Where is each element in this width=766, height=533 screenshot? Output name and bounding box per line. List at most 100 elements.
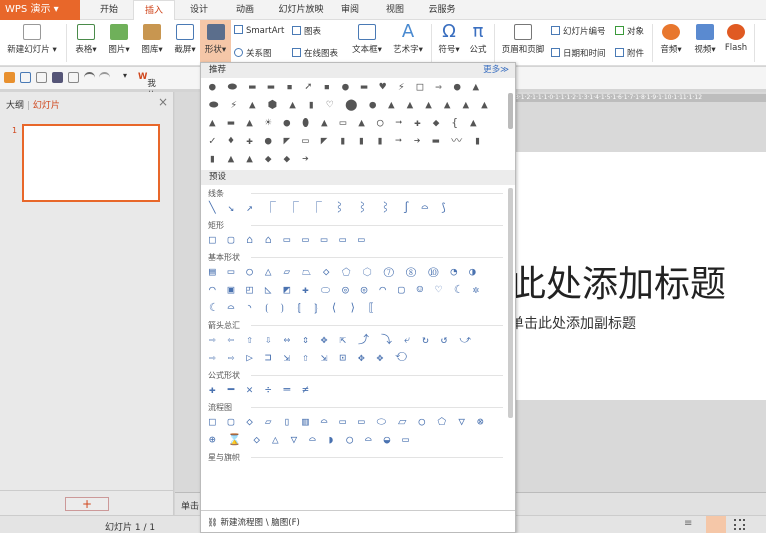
picture-button[interactable]: 图片▾ [103, 22, 135, 55]
preview-icon[interactable] [68, 72, 79, 83]
notes-toggle-icon[interactable]: ≡ [684, 518, 692, 529]
pi-icon: π [472, 21, 484, 42]
wps-logo-icon: W [138, 72, 148, 82]
tab-slides[interactable]: 幻灯片 [33, 101, 60, 111]
more-link[interactable]: 更多≫ [483, 63, 509, 78]
omega-icon: Ω [442, 21, 456, 42]
datetime-button[interactable]: 日期和时间 [551, 47, 606, 59]
section-label-arrows: 箭头总汇 [201, 317, 515, 331]
gallery-button[interactable]: 图库▾ [136, 22, 168, 55]
presets-scrollbar[interactable] [508, 188, 513, 418]
section-label-equation: 公式形状 [201, 367, 515, 381]
title-bar: WPS 演示 ▾ 开始 插入 设计 动画 幻灯片放映 审阅 视图 云服务 [0, 0, 766, 20]
formula-button[interactable]: π 公式 [466, 21, 490, 56]
video-button[interactable]: 视频▾ [689, 22, 721, 55]
video-icon [696, 24, 714, 40]
object-icon [615, 26, 624, 35]
header-footer-button[interactable]: 页眉和页脚 [499, 22, 547, 55]
export-icon[interactable] [36, 72, 47, 83]
open-icon[interactable] [4, 72, 15, 83]
section-label-stars-banners: 星与旗帜 [201, 449, 515, 463]
section-label-lines: 线条 [201, 185, 515, 199]
wps-menu-button[interactable]: WPS 演示 ▾ [0, 0, 80, 20]
my-wps-button[interactable]: W 我的WPS [138, 72, 166, 111]
tab-view[interactable]: 视图 [377, 0, 413, 20]
screenshot-icon [176, 24, 194, 40]
print-icon[interactable] [52, 72, 63, 83]
arrows-shapes-grid[interactable]: ⇨⇦⇧⇩⇔⇕✥⇱⤴⤵⤶↻↺⤻⇨⇨▷⊐⇲⇧⇲⊡✥✥⟲ [201, 331, 501, 367]
textbox-button[interactable]: 文本框▾ [349, 22, 385, 55]
sorter-view-icon[interactable] [734, 519, 745, 530]
shape-button[interactable]: 形状▾ [200, 20, 231, 66]
undo-icon[interactable] [84, 72, 95, 83]
panel-tabs: 大纲 | 幻灯片 [6, 101, 60, 111]
calendar-icon [551, 48, 560, 57]
slide-count: 幻灯片 1 / 1 [105, 523, 156, 533]
table-icon [77, 24, 95, 40]
notes-placeholder[interactable]: 单击 [181, 499, 199, 512]
screenshot-button[interactable]: 截屏▾ [169, 22, 201, 55]
tab-animation[interactable]: 动画 [224, 0, 266, 20]
rectangles-shapes-grid[interactable]: □▢⌂⌂▭▭▭▭▭ [201, 231, 501, 249]
flowchart-shapes-grid[interactable]: □▢◇▱▯▥⌓▭▭⬭⏥○⬠▽⊗⊕⌛◇△▽⌓◗◯⌓◒▭ [201, 413, 501, 449]
slide-number-button[interactable]: 幻灯片编号 [551, 25, 606, 37]
tab-outline[interactable]: 大纲 [6, 101, 24, 111]
equation-shapes-grid[interactable]: ✚━✕÷═≠ [201, 381, 501, 399]
header-footer-icon [514, 24, 532, 40]
basic-shapes-grid[interactable]: ▤▭○△▱⏢◇⬠⬡⑦⑧⑩◔◑◠▣◰◺◩✚⬭◎◎◠▢☺♡☾✲☾⌓◝⟮⟯⦃⦄⟨⟩⟦ [201, 263, 501, 317]
wordart-icon: A [401, 21, 415, 42]
normal-view-icon[interactable] [706, 516, 726, 533]
recommended-shapes-grid[interactable]: ●⬬▬▬▪➚▪●▬♥⚡□⇒●▲⬬⚡▲⬢▲▮♡⬤●▲▲▲▲▲▲▲▬▲☀●⬮▲▭▲○… [201, 78, 501, 168]
slide-title-placeholder[interactable]: 此处添加标题 [510, 255, 726, 307]
tab-review[interactable]: 审阅 [332, 0, 368, 20]
new-slide-button[interactable]: 新建幻灯片 ▾ [4, 22, 60, 55]
close-panel-icon[interactable]: × [158, 95, 168, 109]
section-label-rectangles: 矩形 [201, 217, 515, 231]
tab-design[interactable]: 设计 [178, 0, 220, 20]
smartart-button[interactable]: SmartArt [234, 25, 284, 36]
recommended-header: 推荐 更多≫ [201, 63, 515, 78]
wordart-button[interactable]: A 艺术字▾ [388, 21, 428, 56]
speaker-icon [662, 24, 680, 40]
new-slide-icon [23, 24, 41, 40]
ribbon: 新建幻灯片 ▾ 表格▾ 图片▾ 图库▾ 截屏▾ 形状▾ SmartArt 图表 … [0, 20, 766, 66]
audio-button[interactable]: 音频▾ [655, 22, 687, 55]
tab-insert[interactable]: 插入 [133, 0, 175, 20]
attachment-button[interactable]: 附件 [615, 47, 644, 59]
section-label-basic-shapes: 基本形状 [201, 249, 515, 263]
symbol-button[interactable]: Ω 符号▾ [433, 21, 465, 56]
relation-button[interactable]: 关系图 [234, 47, 272, 59]
slide-subtitle-placeholder[interactable]: 单击此处添加副标题 [510, 313, 636, 333]
textbox-icon [358, 24, 376, 40]
tab-start[interactable]: 开始 [88, 0, 130, 20]
flowchart-icon: ⛓ [207, 518, 218, 528]
flash-icon [727, 24, 745, 40]
flash-button[interactable]: Flash [722, 22, 750, 53]
customize-dropdown[interactable]: ▾ [123, 71, 127, 80]
table-button[interactable]: 表格▾ [70, 22, 102, 55]
slide-index: 1 [12, 126, 18, 135]
chart-icon [292, 26, 301, 35]
section-label-flowchart: 流程图 [201, 399, 515, 413]
slide-thumbnail[interactable] [22, 124, 160, 202]
smartart-icon [234, 25, 243, 34]
shapes-dropdown: 推荐 更多≫ ●⬬▬▬▪➚▪●▬♥⚡□⇒●▲⬬⚡▲⬢▲▮♡⬤●▲▲▲▲▲▲▲▬▲☀… [200, 62, 516, 533]
lines-shapes-grid[interactable]: ╲↘↗⎾⎾⎾⌇⌇⌇∫⌓⟆ [201, 199, 501, 217]
gallery-icon [143, 24, 161, 40]
tab-slideshow[interactable]: 幻灯片放映 [270, 0, 332, 20]
picture-icon [110, 24, 128, 40]
object-button[interactable]: 对象 [615, 25, 644, 37]
relation-icon [234, 48, 243, 57]
attachment-icon [615, 48, 624, 57]
slide-panel: 大纲 | 幻灯片 × 1 + [0, 92, 174, 515]
save-icon[interactable] [20, 72, 31, 83]
online-chart-button[interactable]: 在线图表 [292, 47, 338, 59]
horizontal-ruler[interactable]: 3·1·2·1·1·1·0·1·1·1·2·1·3·1·4·1·5·1·6·1·… [515, 94, 766, 102]
redo-icon[interactable] [99, 72, 110, 83]
new-flowchart-button[interactable]: ⛓ 新建流程图 \ 脑图(F) [201, 510, 515, 532]
add-slide-button[interactable]: + [65, 497, 109, 511]
tab-cloud[interactable]: 云服务 [422, 0, 462, 20]
chart-button[interactable]: 图表 [292, 25, 321, 37]
shape-icon [206, 24, 225, 40]
recommended-scrollbar[interactable] [508, 93, 513, 129]
